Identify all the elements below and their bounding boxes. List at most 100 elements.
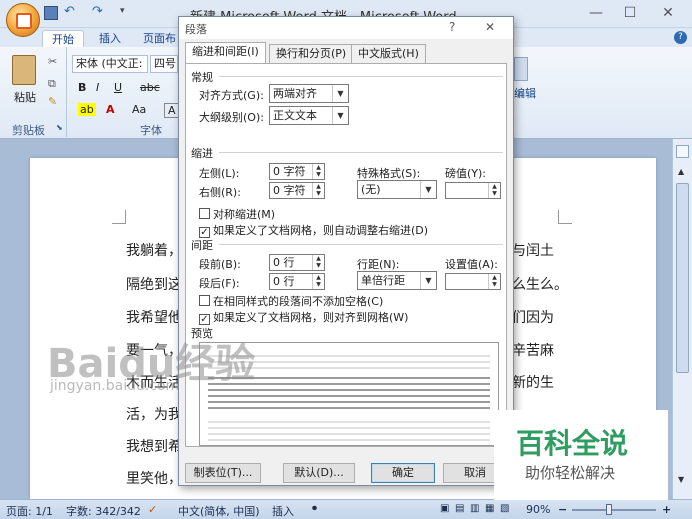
special-indent-select[interactable]: (无) ▼ xyxy=(357,180,437,199)
no-space-same-style-checkbox[interactable]: 在相同样式的段落间不添加空格(C) xyxy=(199,293,383,309)
tab-home[interactable]: 开始 xyxy=(42,30,84,47)
paste-icon[interactable] xyxy=(12,55,36,85)
indent-right-spinner[interactable]: 0 字符 ▲ ▼ xyxy=(269,182,325,199)
indent-by-spinner[interactable]: ▲ ▼ xyxy=(445,182,501,199)
doc-line-3-left: 我希望他 xyxy=(126,310,182,326)
doc-line-4-right: 辛苦麻 xyxy=(512,343,554,359)
redo-icon[interactable]: ↷ xyxy=(92,4,103,19)
preview-next-lines xyxy=(208,417,490,441)
view-full-screen-icon[interactable]: ▤ xyxy=(455,503,464,514)
highlight-icon[interactable]: ab xyxy=(78,103,96,116)
macro-record-icon[interactable]: ⏺ xyxy=(312,503,317,514)
snap-to-grid-checkbox[interactable]: ✓ 如果定义了文档网格，则对齐到网格(W) xyxy=(199,309,408,325)
special-indent-value: (无) xyxy=(361,183,381,196)
language-indicator[interactable]: 中文(简体, 中国) xyxy=(178,503,260,519)
underline-icon[interactable]: U xyxy=(114,81,122,94)
font-color-icon[interactable]: A xyxy=(106,103,115,116)
scroll-down-icon[interactable]: ▼ xyxy=(678,475,684,484)
baike-logo: 百科全说 助你轻松解决 xyxy=(494,410,668,500)
help-icon[interactable]: ? xyxy=(674,31,687,44)
proofing-icon[interactable]: ✓ xyxy=(148,503,157,516)
dialog-help-icon[interactable]: ? xyxy=(449,20,455,34)
chevron-down-icon: ▼ xyxy=(420,272,436,289)
dialog-launcher-icon[interactable]: ⬊ xyxy=(56,123,63,132)
checkbox-checked-icon[interactable]: ✓ xyxy=(199,314,210,325)
styles-gallery-icon[interactable] xyxy=(514,57,528,81)
doc-line-1-left: 我躺着， xyxy=(126,243,182,259)
view-print-layout-icon[interactable]: ▣ xyxy=(440,503,449,514)
tabs-button[interactable]: 制表位(T)... xyxy=(185,463,261,483)
minimize-icon[interactable]: — xyxy=(584,4,608,22)
auto-adjust-label: 如果定义了文档网格，则自动调整右缩进(D) xyxy=(213,224,429,237)
zoom-slider[interactable] xyxy=(572,509,656,511)
ok-button[interactable]: 确定 xyxy=(371,463,435,483)
page-count[interactable]: 页面: 1/1 xyxy=(6,503,53,519)
space-before-label: 段前(B): xyxy=(199,258,241,271)
alignment-value: 两端对齐 xyxy=(273,87,317,100)
space-after-spinner[interactable]: 0 行 ▲ ▼ xyxy=(269,273,325,290)
font-size-input[interactable]: 四号 xyxy=(150,55,178,73)
mirror-indents-label: 对称缩进(M) xyxy=(213,208,276,221)
margin-mark-left xyxy=(112,210,126,224)
paste-button[interactable]: 粘贴 xyxy=(14,89,36,105)
auto-adjust-checkbox[interactable]: ✓ 如果定义了文档网格，则自动调整右缩进(D) xyxy=(199,222,428,238)
cut-icon[interactable]: ✂ xyxy=(48,55,57,68)
tab-asian-typography[interactable]: 中文版式(H) xyxy=(351,44,426,63)
scroll-up-icon[interactable]: ▲ xyxy=(678,167,684,176)
spinner-arrows-icon[interactable]: ▲ ▼ xyxy=(312,164,324,179)
spinner-arrows-icon[interactable]: ▲ ▼ xyxy=(488,183,500,198)
set-default-button[interactable]: 默认(D)... xyxy=(283,463,355,483)
office-button[interactable] xyxy=(6,3,40,37)
vertical-scrollbar[interactable]: ▲ ▼ xyxy=(672,139,692,499)
spacing-at-spinner[interactable]: ▲ ▼ xyxy=(445,273,501,290)
change-case-icon[interactable]: Aa xyxy=(132,103,146,116)
tab-indents-spacing[interactable]: 缩进和间距(I) xyxy=(185,42,266,64)
indent-left-spinner[interactable]: 0 字符 ▲ ▼ xyxy=(269,163,325,180)
spacing-at-label: 设置值(A): xyxy=(445,258,498,271)
italic-icon[interactable]: I xyxy=(96,81,99,94)
doc-line-5-right: 新的生 xyxy=(512,375,554,391)
zoom-level[interactable]: 90% xyxy=(526,503,550,516)
alignment-select[interactable]: 两端对齐 ▼ xyxy=(269,84,349,103)
line-spacing-select[interactable]: 单倍行距 ▼ xyxy=(357,271,437,290)
checkbox-box[interactable] xyxy=(199,208,210,219)
spinner-arrows-icon[interactable]: ▲ ▼ xyxy=(312,183,324,198)
indent-right-label: 右侧(R): xyxy=(199,186,241,199)
status-bar: 页面: 1/1 字数: 342/342 ✓ 中文(简体, 中国) 插入 ⏺ ▣ … xyxy=(0,499,692,519)
checkbox-box[interactable] xyxy=(199,295,210,306)
dialog-close-icon[interactable]: ✕ xyxy=(485,20,495,34)
maximize-icon[interactable]: ☐ xyxy=(618,4,642,22)
close-window-icon[interactable]: ✕ xyxy=(656,4,680,22)
scroll-thumb[interactable] xyxy=(676,183,689,373)
spinner-arrows-icon[interactable]: ▲ ▼ xyxy=(312,274,324,289)
save-icon[interactable] xyxy=(44,6,58,20)
font-name-input[interactable]: 宋体 (中文正: xyxy=(72,55,148,73)
space-before-spinner[interactable]: 0 行 ▲ ▼ xyxy=(269,254,325,271)
zoom-out-icon[interactable]: − xyxy=(558,503,567,516)
word-count[interactable]: 字数: 342/342 xyxy=(66,503,141,519)
bold-icon[interactable]: B xyxy=(78,81,86,94)
insert-mode[interactable]: 插入 xyxy=(272,503,294,519)
strikethrough-icon[interactable]: abc xyxy=(140,81,160,94)
indent-section-title: 缩进 xyxy=(191,147,213,160)
margin-mark-right xyxy=(558,210,572,224)
mirror-indents-checkbox[interactable]: 对称缩进(M) xyxy=(199,206,275,222)
baike-title: 百科全说 xyxy=(516,427,629,460)
zoom-in-icon[interactable]: + xyxy=(662,503,671,516)
outline-level-select[interactable]: 正文文本 ▼ xyxy=(269,106,349,125)
special-indent-label: 特殊格式(S): xyxy=(357,167,421,180)
customize-toolbar-icon[interactable]: ▾ xyxy=(120,6,125,16)
tab-insert[interactable]: 插入 xyxy=(90,30,130,47)
zoom-slider-thumb[interactable] xyxy=(606,504,612,515)
undo-icon[interactable]: ↶ xyxy=(64,4,75,19)
ruler-toggle-icon[interactable] xyxy=(676,145,689,158)
format-painter-icon[interactable]: ✎ xyxy=(48,95,57,108)
spinner-arrows-icon[interactable]: ▲ ▼ xyxy=(312,255,324,270)
tab-line-page-breaks[interactable]: 换行和分页(P) xyxy=(269,44,354,63)
space-after-label: 段后(F): xyxy=(199,277,240,290)
view-outline-icon[interactable]: ▦ xyxy=(485,503,494,514)
view-draft-icon[interactable]: ▧ xyxy=(500,503,509,514)
copy-icon[interactable]: ⧉ xyxy=(48,77,56,91)
spinner-arrows-icon[interactable]: ▲ ▼ xyxy=(488,274,500,289)
view-web-icon[interactable]: ▥ xyxy=(470,503,479,514)
